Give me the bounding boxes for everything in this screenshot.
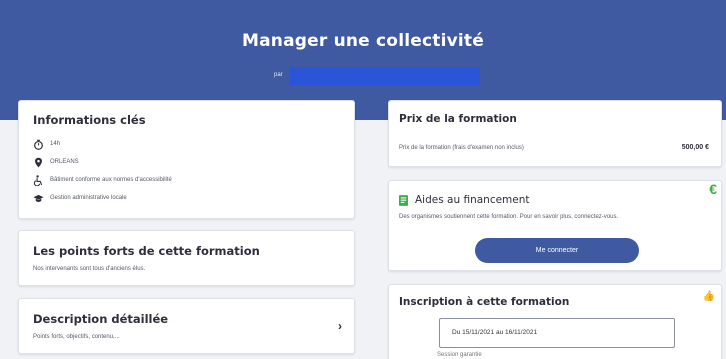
strengths-title: Les points forts de cette formation [33,244,260,258]
price-value: 500,00 € [681,144,709,151]
key-info-location: ORLEANS [33,156,79,168]
chevron-right-icon[interactable]: › [338,319,342,333]
strengths-card: Les points forts de cette formation Nos … [18,230,355,286]
key-info-title: Informations clés [33,113,146,127]
funding-title: Aides au financement [415,194,530,206]
funding-card: € Aides au financement Des organismes so… [388,180,722,271]
session-note: Session garantie [437,352,482,358]
key-info-duration: 14h [33,138,60,150]
strengths-text: Nos intervenants sont tous d'anciens élu… [33,266,146,272]
session-select[interactable]: Du 15/11/2021 au 16/11/2021 [439,318,675,348]
price-title: Prix de la formation [399,113,517,125]
price-row: Prix de la formation (frais d'examen non… [399,144,709,151]
author-name-redacted [290,67,480,85]
login-button[interactable]: Me connecter [475,238,639,263]
euro-badge-icon: € [709,181,717,197]
graduation-cap-icon [33,194,44,202]
registration-title: Inscription à cette formation [399,296,570,308]
stopwatch-icon [34,139,43,150]
location-pin-icon [35,157,42,167]
description-title: Description détaillée [33,312,169,326]
category-text: Gestion administrative locale [50,195,127,201]
author-prefix: par [274,72,283,78]
key-info-card: Informations clés 14h ORLEANS Bâtiment c… [18,100,355,219]
registration-card: 👍 Inscription à cette formation Du 15/11… [388,284,722,359]
description-text: Points forts, objectifs, contenu,... [33,334,120,340]
key-info-category: Gestion administrative locale [33,192,127,204]
key-info-accessibility: Bâtiment conforme aux normes d'accessibi… [33,174,172,186]
funding-icon [399,195,408,206]
duration-text: 14h [50,141,61,147]
price-card: Prix de la formation Prix de la formatio… [388,100,722,167]
description-card[interactable]: Description détaillée Points forts, obje… [18,298,355,354]
page-title: Manager une collectivité [242,31,484,51]
accessibility-icon [33,174,43,186]
price-label: Prix de la formation (frais d'examen non… [399,144,524,151]
thumbs-up-icon: 👍 [702,291,715,302]
accessibility-text: Bâtiment conforme aux normes d'accessibi… [50,177,172,183]
location-text: ORLEANS [50,159,79,165]
funding-text: Des organismes soutiennent cette formati… [399,214,619,220]
